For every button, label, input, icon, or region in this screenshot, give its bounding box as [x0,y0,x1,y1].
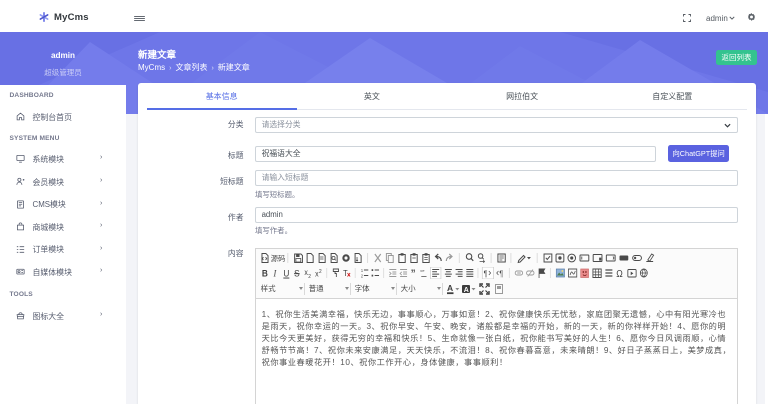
svg-text:A: A [447,283,453,293]
svg-text:¶: ¶ [499,269,503,279]
svg-text:x: x [304,268,308,278]
svg-text:U: U [283,268,289,279]
svg-text:x: x [315,269,319,279]
svg-text:T: T [343,269,348,279]
svg-text:¶: ¶ [483,269,487,279]
svg-text:”: ” [410,269,415,280]
svg-text:I: I [272,268,277,279]
svg-text:2: 2 [308,274,311,279]
svg-text:Ω: Ω [616,269,623,280]
svg-text:B: B [261,268,268,279]
svg-text:A: A [463,287,468,294]
svg-text:S: S [294,268,300,279]
svg-text:2: 2 [360,274,363,279]
svg-text:“”: “” [420,270,424,277]
svg-text:源码: 源码 [270,254,285,263]
svg-text:2: 2 [319,269,322,275]
